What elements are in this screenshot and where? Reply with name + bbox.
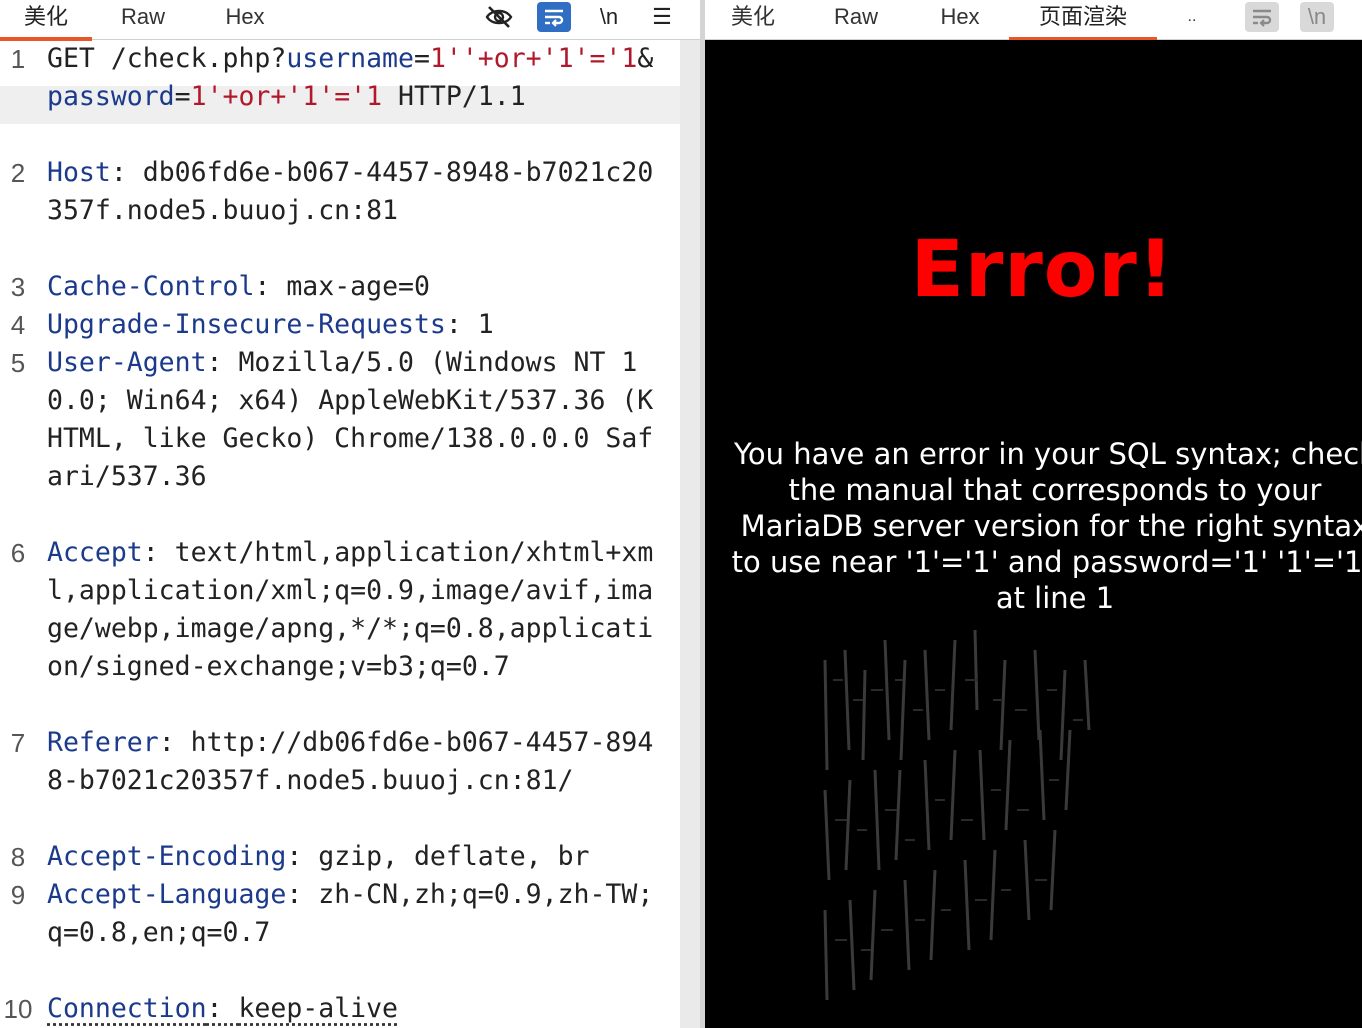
- rendered-page: Error! You have an error in your SQL syn…: [705, 40, 1362, 1028]
- header-name: Accept-Language: [47, 879, 287, 910]
- request-line-text[interactable]: Upgrade-Insecure-Requests: 1: [47, 306, 667, 344]
- request-line[interactable]: 10 Connection: keep-alive: [0, 990, 680, 1028]
- request-line[interactable]: 9 Accept-Language: zh-CN,zh;q=0.9,zh-TW;q…: [0, 876, 680, 990]
- code-token: :: [206, 347, 239, 378]
- request-line[interactable]: 1 GET /check.php?username=1''+or+'1'='1&p…: [0, 40, 680, 154]
- header-name: User-Agent: [47, 347, 207, 378]
- word-wrap-icon[interactable]: [1245, 2, 1279, 32]
- line-number: 1: [10, 44, 26, 74]
- line-number: 2: [10, 158, 26, 188]
- request-line-text[interactable]: User-Agent: Mozilla/5.0 (Windows NT 10.0…: [47, 344, 667, 496]
- tab-render[interactable]: 页面渲染: [1009, 0, 1157, 41]
- code-token: &: [637, 43, 654, 74]
- header-name: Cache-Control: [47, 271, 255, 302]
- menu-icon[interactable]: ☰: [645, 2, 679, 32]
- newline-toggle-icon[interactable]: \n: [592, 2, 626, 32]
- word-wrap-icon[interactable]: [537, 2, 571, 32]
- error-title: Error!: [910, 225, 1175, 315]
- response-pane: 美化 Raw Hex 页面渲染 .. \n Error! You have an…: [705, 0, 1362, 1028]
- tab-pretty[interactable]: 美化: [0, 0, 92, 41]
- response-tabbar: 美化 Raw Hex 页面渲染 .. \n: [705, 0, 1362, 41]
- request-line-text[interactable]: GET /check.php?username=1''+or+'1'='1&pa…: [47, 40, 667, 116]
- code-token: :: [286, 879, 319, 910]
- background-text-art: [823, 629, 1091, 1001]
- code-token: GET /check.php?: [47, 43, 287, 74]
- request-editor[interactable]: 1 GET /check.php?username=1''+or+'1'='1&p…: [0, 40, 680, 1028]
- code-token: gzip, deflate, br: [318, 841, 590, 872]
- request-line[interactable]: 3 Cache-Control: max-age=0: [0, 268, 680, 306]
- code-token: =: [413, 43, 430, 74]
- header-name: Accept-Encoding: [47, 841, 287, 872]
- request-pane: 美化 Raw Hex \n ☰ 1GET /check.php?usernam: [0, 0, 700, 1028]
- request-line-text[interactable]: Accept: text/html,application/xhtml+xml,…: [47, 534, 667, 686]
- header-name: Upgrade-Insecure-Requests: [47, 309, 446, 340]
- header-name: Referer: [47, 727, 159, 758]
- line-number: 9: [10, 880, 26, 910]
- request-line-text[interactable]: Accept-Encoding: gzip, deflate, br: [47, 838, 667, 876]
- header-name: password: [47, 81, 175, 112]
- code-token: :: [206, 993, 239, 1024]
- request-line[interactable]: 2 Host: db06fd6e-b067-4457-8948-b7021c203…: [0, 154, 680, 268]
- tab-raw[interactable]: Raw: [100, 0, 186, 40]
- code-token: :: [110, 157, 143, 188]
- editor-scrollbar[interactable]: [680, 40, 700, 1028]
- header-name: Connection: [47, 993, 207, 1024]
- request-tabbar: 美化 Raw Hex \n ☰: [0, 0, 700, 41]
- request-line[interactable]: 8 Accept-Encoding: gzip, deflate, br: [0, 838, 680, 876]
- param-value: 1'+or+'1'='1: [190, 81, 383, 112]
- tab-pretty[interactable]: 美化: [705, 0, 801, 40]
- line-number: 8: [10, 842, 26, 872]
- request-line[interactable]: 7 Referer: http://db06fd6e-b067-4457-8948…: [0, 724, 680, 838]
- line-number: 5: [10, 348, 26, 378]
- tab-more[interactable]: ..: [1177, 0, 1207, 40]
- line-number: 3: [10, 272, 26, 302]
- header-name: Host: [47, 157, 111, 188]
- param-value: 1''+or+'1'='1: [429, 43, 638, 74]
- code-token: 1: [477, 309, 494, 340]
- code-token: =: [174, 81, 191, 112]
- request-line[interactable]: 6 Accept: text/html,application/xhtml+xml…: [0, 534, 680, 724]
- line-number: 7: [10, 728, 26, 758]
- header-name: Accept: [47, 537, 143, 568]
- line-number: 6: [10, 538, 26, 568]
- request-line[interactable]: 4 Upgrade-Insecure-Requests: 1: [0, 306, 680, 344]
- error-message: You have an error in your SQL syntax; ch…: [731, 437, 1362, 615]
- request-line-text[interactable]: Referer: http://db06fd6e-b067-4457-8948-…: [47, 724, 667, 800]
- request-line-text[interactable]: Connection: keep-alive: [47, 990, 667, 1028]
- hide-eye-icon[interactable]: [482, 2, 516, 32]
- code-token: :: [142, 537, 175, 568]
- header-name: username: [286, 43, 414, 74]
- code-token: :: [158, 727, 191, 758]
- code-token: :: [286, 841, 319, 872]
- code-token: keep-alive: [238, 993, 399, 1024]
- tab-raw[interactable]: Raw: [817, 0, 895, 40]
- request-line[interactable]: 5 User-Agent: Mozilla/5.0 (Windows NT 10.…: [0, 344, 680, 534]
- request-line-text[interactable]: Host: db06fd6e-b067-4457-8948-b7021c2035…: [47, 154, 667, 230]
- line-number: 10: [3, 994, 33, 1024]
- tab-hex[interactable]: Hex: [925, 0, 995, 40]
- code-token: HTTP/1.1: [382, 81, 526, 112]
- request-line-text[interactable]: Accept-Language: zh-CN,zh;q=0.9,zh-TW;q=…: [47, 876, 667, 952]
- newline-toggle-icon[interactable]: \n: [1300, 2, 1334, 32]
- code-token: :: [445, 309, 478, 340]
- tab-hex[interactable]: Hex: [205, 0, 285, 40]
- code-token: max-age=0: [286, 271, 430, 302]
- request-line-text[interactable]: Cache-Control: max-age=0: [47, 268, 667, 306]
- line-number: 4: [10, 310, 26, 340]
- code-token: :: [254, 271, 287, 302]
